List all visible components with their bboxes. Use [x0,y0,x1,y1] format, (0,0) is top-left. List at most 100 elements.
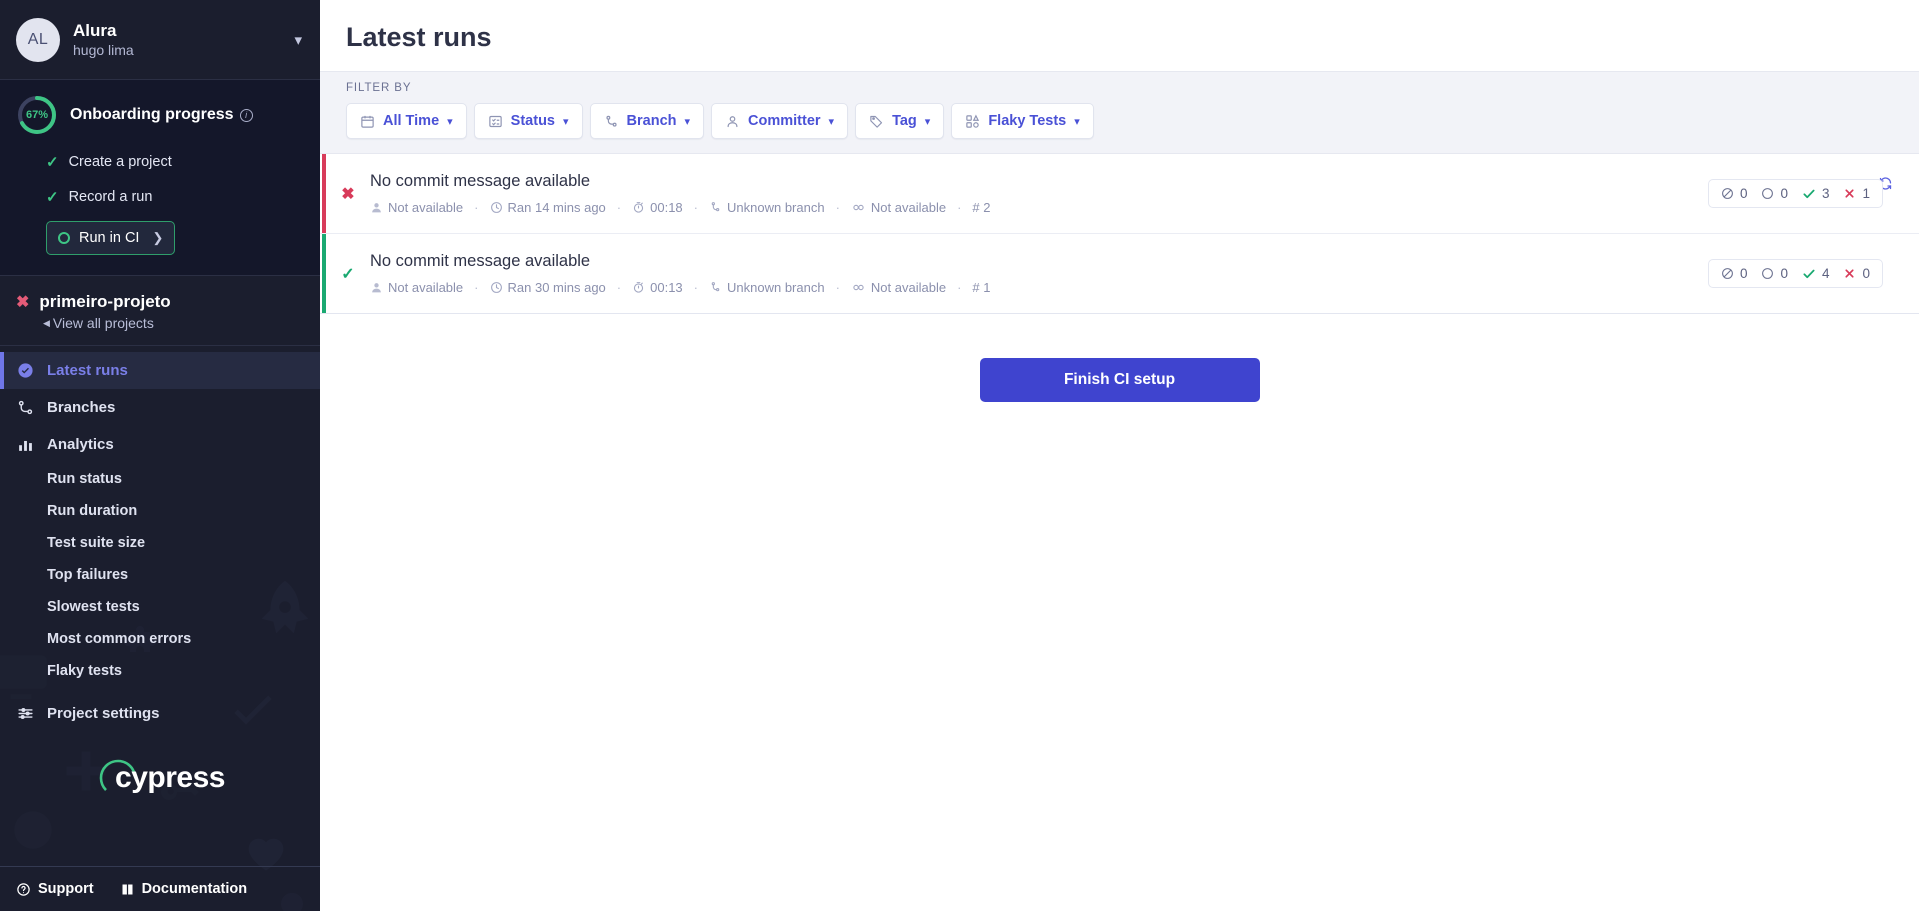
count-value: 4 [1821,266,1830,281]
filter-label: Branch [626,113,677,129]
filter-tag-button[interactable]: Tag ▾ [855,103,945,139]
chevron-right-icon: ❯ [152,230,164,245]
sidebar-item-project-settings[interactable]: Project settings [0,695,320,732]
circle-icon [58,232,70,244]
filter-label: Flaky Tests [988,113,1067,129]
sidebar-item-most-common-errors[interactable]: Most common errors [0,623,320,655]
sidebar: AL Alura hugo lima ▾ 67% Onboarding prog… [0,0,320,911]
branch-icon [604,114,619,129]
count-passed: 4 [1802,266,1830,281]
separator-dot: · [957,200,962,215]
commit-message: No commit message available [370,252,591,270]
support-link[interactable]: Support [16,881,94,897]
committer-value: Not available [388,200,464,215]
cypress-logo: cypress [0,732,320,866]
sidebar-item-top-failures[interactable]: Top failures [0,559,320,591]
run-meta: Not available · Ran 14 mins ago · 00:18 … [370,200,1708,215]
view-all-projects-link[interactable]: ◀ View all projects [43,315,304,331]
check-circle-icon [16,362,34,379]
project-row[interactable]: ✖ primeiro-projeto [16,292,304,312]
org-username: hugo lima [73,42,134,59]
separator-dot: · [616,280,622,295]
clock-icon [490,281,503,294]
table-row[interactable]: ✖ No commit message available Not availa… [320,154,1919,234]
skipped-icon [1721,187,1734,200]
chevron-down-icon[interactable]: ▾ [294,31,302,49]
sidebar-item-label: Analytics [47,436,114,453]
page-title: Latest runs [346,22,492,52]
calendar-icon [360,114,375,129]
app-root: AL Alura hugo lima ▾ 67% Onboarding prog… [0,0,1919,911]
onboarding-step[interactable]: ✓ Create a project [46,153,304,171]
separator-dot: · [835,280,840,295]
sidebar-item-branches[interactable]: Branches [0,389,320,426]
count-value: 0 [1739,266,1748,281]
sidebar-item-run-status[interactable]: Run status [0,463,320,495]
separator-dot: · [616,200,622,215]
filter-status-button[interactable]: Status ▾ [473,103,583,139]
info-icon[interactable]: i [239,108,253,122]
page-header: Latest runs [320,0,1919,71]
run-in-ci-button[interactable]: Run in CI ❯ [46,221,176,255]
documentation-link[interactable]: Documentation [120,881,247,897]
check-icon: ✓ [46,154,59,171]
clock-icon [490,201,503,214]
sidebar-item-run-duration[interactable]: Run duration [0,495,320,527]
branch-meta: Unknown branch [709,280,825,295]
person-icon [370,281,383,294]
question-circle-icon [17,882,30,896]
sidebar-item-slowest-tests[interactable]: Slowest tests [0,591,320,623]
commit-value: Not available [870,200,947,215]
count-pending: 0 [1761,186,1788,201]
finish-ci-setup-button[interactable]: Finish CI setup [979,358,1260,402]
chevron-down-icon: ▾ [563,115,569,128]
cypress-wordmark: cypress [115,761,225,794]
filter-committer-button[interactable]: Committer ▾ [711,103,849,139]
run-number-meta: # 1 [972,280,990,295]
branch-icon [16,399,34,416]
run-details: No commit message available Not availabl… [370,172,1708,215]
chevron-down-icon: ▾ [684,115,691,128]
count-skipped: 0 [1721,266,1748,281]
sidebar-item-latest-runs[interactable]: Latest runs [0,352,320,389]
onboarding-panel: 67% Onboarding progress i ✓ Create a pro… [0,80,320,276]
person-icon [370,201,383,214]
filter-branch-button[interactable]: Branch ▾ [589,103,705,139]
branch-value: Unknown branch [727,280,825,295]
duration-value: 00:13 [650,280,683,295]
skipped-icon [1721,267,1734,280]
count-value: 3 [1821,186,1830,201]
stopwatch-icon [632,201,645,214]
table-row[interactable]: ✓ No commit message available Not availa… [320,234,1919,314]
sidebar-item-label: Branches [47,399,116,416]
stopwatch-icon [632,281,645,294]
sidebar-item-flaky-tests[interactable]: Flaky tests [0,655,320,687]
sidebar-item-analytics[interactable]: Analytics [0,426,320,463]
commit-link-icon [851,201,866,214]
check-icon: ✓ [341,265,355,283]
filter-all-time-button[interactable]: All Time ▾ [346,103,467,139]
book-icon [122,884,133,894]
time-meta: Ran 30 mins ago [490,280,606,295]
run-number-meta: # 2 [972,200,990,215]
org-switcher[interactable]: AL Alura hugo lima ▾ [0,0,320,80]
branch-icon [709,281,722,294]
support-label: Support [38,881,94,897]
run-meta: Not available · Ran 30 mins ago · 00:13 … [370,280,1708,295]
run-number-value: # 1 [972,280,991,295]
time-value: Ran 14 mins ago [507,200,606,215]
sidebar-item-test-suite-size[interactable]: Test suite size [0,527,320,559]
onboarding-title-text: Onboarding progress [70,106,234,123]
count-value: 0 [1739,186,1748,201]
bar-chart-icon [16,436,34,453]
org-text: Alura hugo lima [73,20,281,59]
run-counts: 0 0 4 0 [1707,259,1883,288]
project-name: primeiro-projeto [39,292,171,311]
count-value: 0 [1862,266,1870,281]
onboarding-step[interactable]: ✓ Record a run [46,188,304,206]
run-counts: 0 0 3 1 [1707,179,1883,208]
x-icon [1843,187,1856,200]
filter-flaky-tests-button[interactable]: Flaky Tests ▾ [951,103,1094,139]
count-value: 1 [1862,186,1870,201]
separator-dot: · [835,200,840,215]
